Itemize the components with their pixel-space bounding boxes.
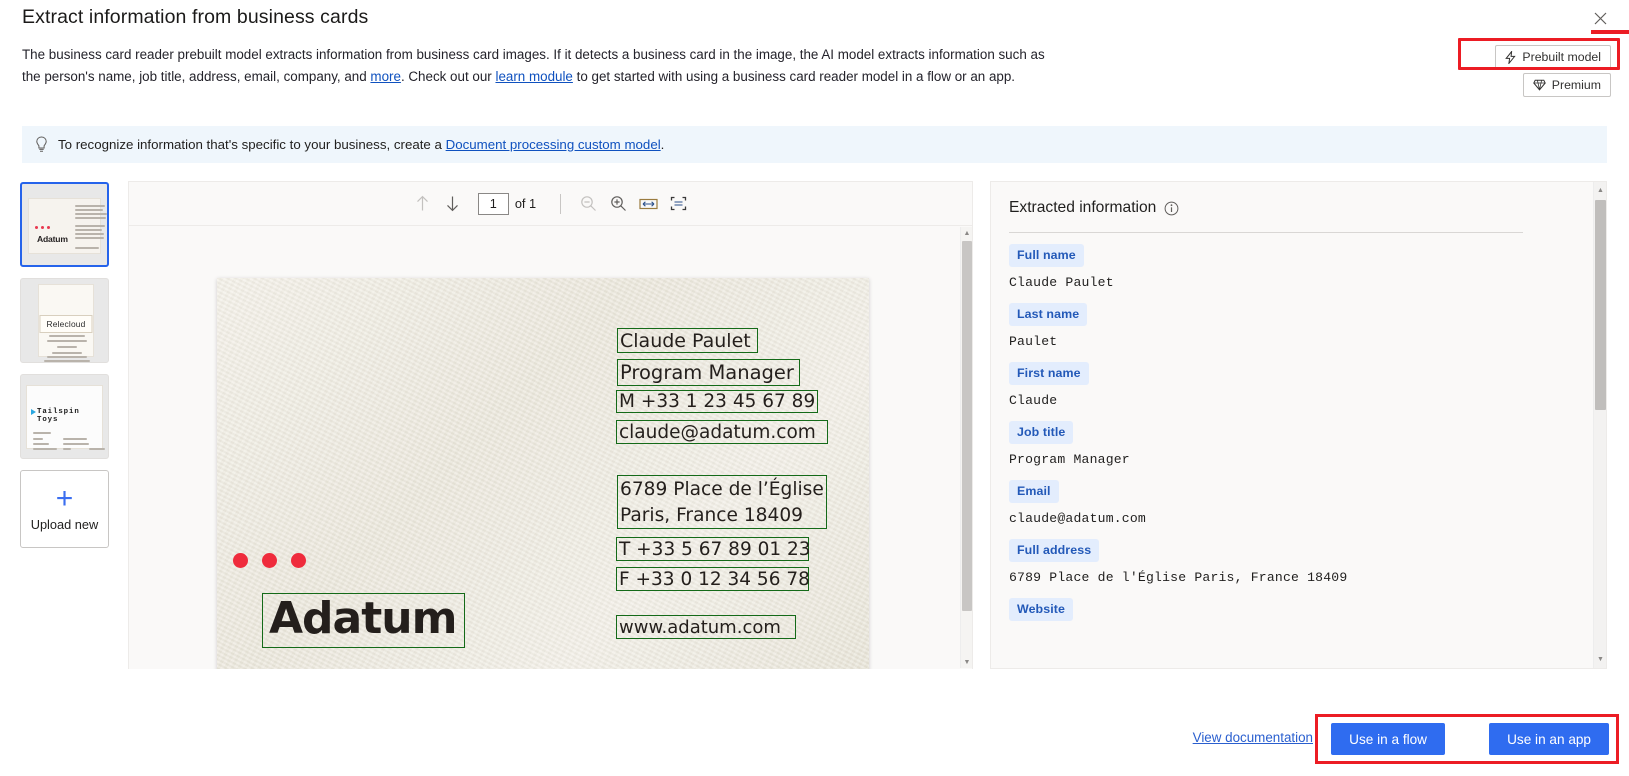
ocr-box-job-title: Program Manager [617, 359, 800, 386]
thumbnail-list: Adatum Relecloud Tailspin Toys + Upload … [20, 182, 112, 548]
business-card-model-dialog: Extract information from business cards … [0, 0, 1629, 776]
business-card-image: Adatum Claude Paulet Program Manager M +… [217, 278, 869, 669]
page-title: Extract information from business cards [22, 6, 369, 28]
scroll-up-icon[interactable]: ▲ [961, 227, 973, 239]
field-value: Program Manager [1009, 452, 1130, 467]
scroll-down-icon[interactable]: ▼ [961, 656, 973, 668]
field-full-name: Full name Claude Paulet [1009, 244, 1576, 290]
thumbnail-tailspin-toys[interactable]: Tailspin Toys [20, 374, 109, 459]
badge-premium-label: Premium [1551, 78, 1601, 92]
ocr-box-full-name: Claude Paulet [617, 328, 758, 353]
desc-text-3: to get started with using a business car… [572, 68, 1016, 84]
extracted-panel-scrollbar[interactable]: ▲ ▼ [1593, 182, 1606, 668]
diamond-icon [1533, 79, 1546, 91]
close-glyph [1594, 12, 1606, 24]
extracted-information-panel: Extracted information Full name Claude P… [990, 181, 1607, 669]
banner-text-before: To recognize information that's specific… [58, 137, 446, 152]
badge-prebuilt-label: Prebuilt model [1522, 50, 1601, 64]
lightning-bolt-icon [1505, 50, 1517, 64]
use-in-an-app-button[interactable]: Use in an app [1489, 723, 1609, 755]
adatum-logo-dots [233, 553, 306, 568]
field-website: Website [1009, 598, 1576, 621]
model-badges: Prebuilt model Premium [1495, 45, 1611, 97]
zoom-in-icon[interactable] [603, 190, 633, 218]
info-icon[interactable] [1164, 201, 1179, 216]
info-banner-text: To recognize information that's specific… [58, 137, 664, 152]
fit-width-icon[interactable] [633, 190, 663, 218]
learn-module-link[interactable]: learn module [495, 69, 572, 84]
badge-premium: Premium [1522, 73, 1611, 97]
field-label: Website [1009, 598, 1073, 621]
viewer-toolbar: of 1 [129, 182, 972, 226]
ocr-box-fax: F +33 0 12 34 56 78 [616, 567, 810, 591]
ocr-box-address-line1: 6789 Place de l’Église [617, 475, 827, 502]
lightbulb-icon [36, 136, 47, 152]
play-triangle-icon [31, 409, 36, 415]
desc-text-2: . Check out our [400, 68, 496, 84]
page-description: The business card reader prebuilt model … [22, 44, 1052, 87]
viewer-canvas[interactable]: Adatum Claude Paulet Program Manager M +… [129, 226, 972, 669]
field-value: claude@adatum.com [1009, 511, 1146, 526]
field-value: Claude Paulet [1009, 275, 1114, 290]
field-value: 6789 Place de l'Église Paris, France 184… [1009, 570, 1348, 585]
custom-model-link[interactable]: Document processing custom model [446, 137, 661, 152]
page-number-input[interactable] [477, 192, 509, 215]
field-label: Email [1009, 480, 1059, 503]
upload-new-button[interactable]: + Upload new [20, 470, 109, 548]
panel-divider [1009, 232, 1523, 233]
thumbnail-label-tailspin: Tailspin Toys [37, 408, 80, 424]
ocr-box-email: claude@adatum.com [616, 420, 828, 444]
view-documentation-link[interactable]: View documentation [1193, 730, 1313, 745]
fit-page-icon[interactable] [663, 190, 693, 218]
field-label: First name [1009, 362, 1089, 385]
scroll-down-icon[interactable]: ▼ [1594, 653, 1606, 666]
info-banner: To recognize information that's specific… [22, 126, 1607, 163]
thumbnail-relecloud[interactable]: Relecloud [20, 278, 109, 363]
page-total-label: of 1 [514, 196, 537, 211]
field-label: Full address [1009, 539, 1100, 562]
plus-icon: + [55, 482, 74, 515]
annotation-strip-top [1591, 30, 1629, 34]
toolbar-divider [560, 193, 562, 214]
banner-text-after: . [660, 137, 665, 152]
field-job-title: Job title Program Manager [1009, 421, 1576, 467]
field-first-name: First name Claude [1009, 362, 1576, 408]
more-link[interactable]: more [370, 69, 401, 84]
field-value: Claude [1009, 393, 1058, 408]
field-last-name: Last name Paulet [1009, 303, 1576, 349]
thumbnail-label-relecloud: Relecloud [39, 315, 93, 333]
thumbnail-card-surface: Tailspin Toys [26, 385, 105, 450]
arrow-up-icon[interactable] [408, 190, 438, 218]
use-in-a-flow-button[interactable]: Use in a flow [1331, 723, 1445, 755]
dialog-footer: View documentation Use in a flow Use in … [0, 692, 1629, 776]
viewer-scrollbar-thumb[interactable] [962, 241, 972, 611]
field-label: Last name [1009, 303, 1088, 326]
thumbnail-card-surface: Relecloud [38, 284, 94, 362]
ocr-box-mobile-phone: M +33 1 23 45 67 89 [616, 390, 818, 413]
ocr-box-phone: T +33 5 67 89 01 23 [616, 537, 811, 561]
field-label: Full name [1009, 244, 1084, 267]
zoom-out-icon[interactable] [573, 190, 603, 218]
scroll-up-icon[interactable]: ▲ [1594, 184, 1606, 197]
field-label: Job title [1009, 421, 1074, 444]
extracted-fields-list: Full name Claude Paulet Last name Paulet… [1009, 244, 1576, 634]
arrow-down-icon[interactable] [438, 190, 468, 218]
ocr-box-company: Adatum [262, 593, 466, 648]
ocr-box-address-line2: Paris, France 18409 [617, 502, 827, 529]
viewer-scrollbar[interactable]: ▲ ▼ [960, 227, 972, 668]
upload-new-label: Upload new [30, 517, 99, 532]
field-value: Paulet [1009, 334, 1058, 349]
extracted-scrollbar-thumb[interactable] [1595, 200, 1606, 410]
document-viewer: of 1 Adatum Claude Paulet [128, 181, 973, 669]
thumbnail-label-adatum: Adatum [37, 234, 68, 244]
thumbnail-adatum[interactable]: Adatum [20, 182, 109, 267]
extracted-information-heading: Extracted information [1009, 199, 1179, 217]
extracted-heading-label: Extracted information [1009, 199, 1157, 216]
close-icon[interactable] [1585, 5, 1615, 31]
thumbnail-card-surface: Adatum [28, 198, 107, 254]
field-email: Email claude@adatum.com [1009, 480, 1576, 526]
field-full-address: Full address 6789 Place de l'Église Pari… [1009, 539, 1576, 585]
badge-prebuilt-model: Prebuilt model [1495, 45, 1611, 69]
ocr-box-website: www.adatum.com [616, 615, 796, 639]
